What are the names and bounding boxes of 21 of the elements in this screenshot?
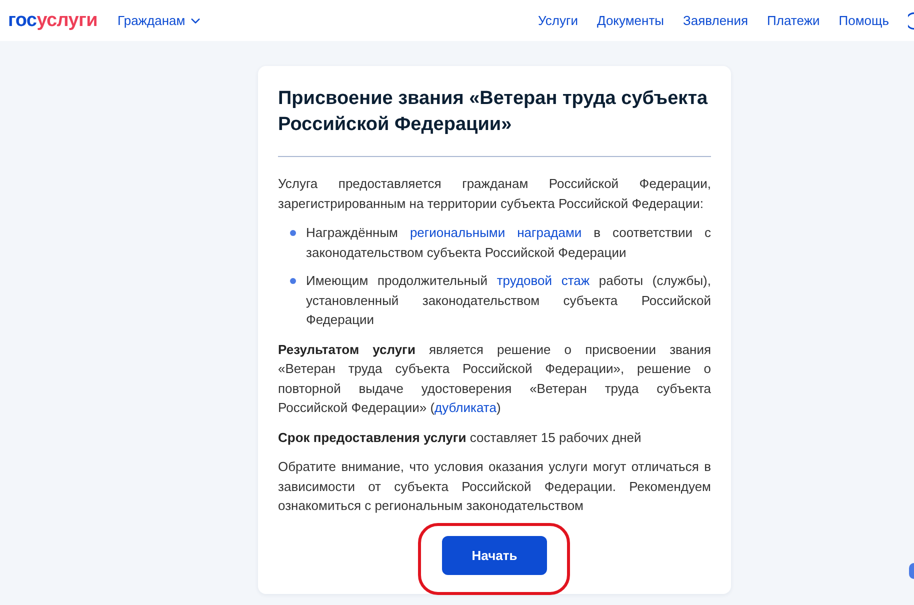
bullet-icon [290,278,296,284]
list-item-text: Имеющим продолжительный трудовой стаж работы (службы), установленный законодательством субъекта Российской Федерации [306,272,711,329]
link[interactable]: дубликата [434,400,496,415]
paragraph: Результатом услуги является решение о присвоении звания «Ветеран труда субъекта Российской Федерации», решение о повторной выдаче удостоверения «Ветеран труда субъекта Российской Федерации» (дубликата) [278,340,711,417]
nav-link[interactable]: Заявления [683,13,748,28]
audience-menu[interactable]: Гражданам [118,13,200,28]
paragraph: Срок предоставления услуги составляет 15 рабочих дней [278,428,642,447]
caret-icon [191,18,200,24]
start-button[interactable]: Начать [442,536,547,574]
list-item-text: Награждённым региональными наградами в соответствии с законодательством субъекта Российской Федерации [306,224,711,262]
logo[interactable]: госуслуги [8,10,98,32]
paragraph: Услуга предоставляется гражданам Российской Федерации, зарегистрированным на территории субъекта Российской Федерации: [278,175,711,213]
paragraph: Обратите внимание, что условия оказания услуги могут отличаться в зависимости от субъекта Российской Федерации. Рекомендуем ознакомиться с региональным законодательством [278,458,711,515]
link[interactable]: региональными наградами [410,225,582,240]
link[interactable]: трудовой стаж [496,273,590,288]
nav-link[interactable]: Услуги [538,13,578,28]
nav-link[interactable]: Платежи [767,13,820,28]
nav-link[interactable]: Помощь [838,13,889,28]
page-title: Присвоение звания «Ветеран труда субъекта Российской Федерации» [278,87,709,137]
nav-link[interactable]: Документы [597,13,664,28]
bullet-icon [290,230,296,236]
